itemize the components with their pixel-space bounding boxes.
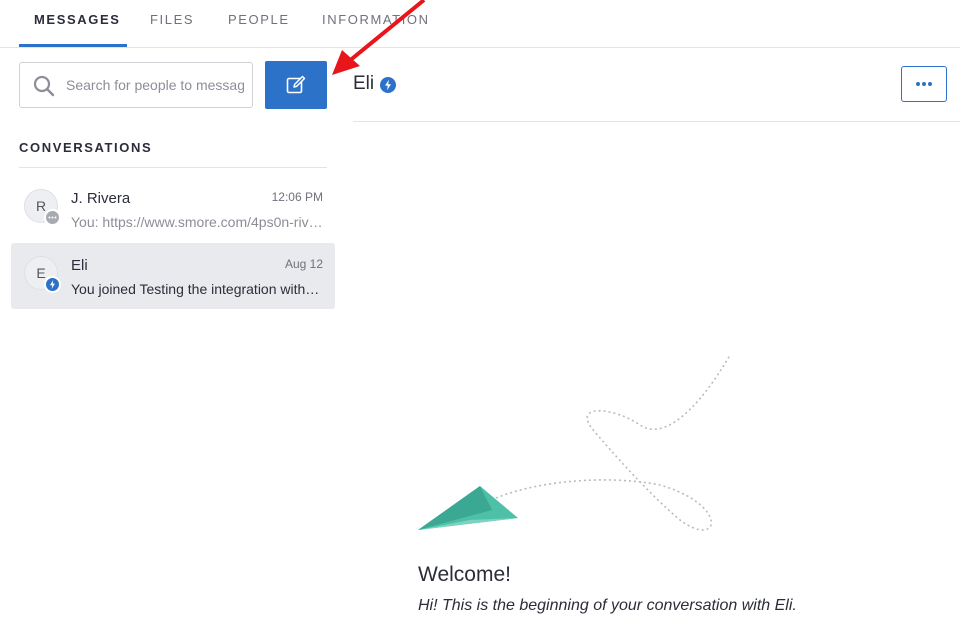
- top-tabs: MESSAGES FILES PEOPLE INFORMATION: [0, 0, 960, 48]
- compose-icon: [286, 75, 306, 94]
- tab-information[interactable]: INFORMATION: [322, 0, 430, 48]
- conversation-time: 12:06 PM: [271, 190, 323, 204]
- conversation-item-selected[interactable]: E Eli Aug 12 You joined Testing the inte…: [11, 243, 335, 309]
- chat-header-divider: [353, 121, 960, 122]
- status-badge: [44, 209, 61, 226]
- conversations-heading: CONVERSATIONS: [19, 140, 153, 155]
- more-options-button[interactable]: [901, 66, 947, 102]
- welcome-title: Welcome!: [418, 563, 511, 586]
- lightning-icon: [50, 280, 55, 289]
- conversation-preview: You joined Testing the integration with …: [71, 281, 323, 297]
- conversation-time: Aug 12: [284, 257, 323, 271]
- chat-title: Eli: [353, 73, 375, 94]
- search-icon: [33, 75, 55, 97]
- people-search: [19, 62, 253, 108]
- paper-plane-illustration: [418, 354, 731, 531]
- tab-files[interactable]: FILES: [150, 0, 194, 48]
- paper-plane-icon: [418, 486, 518, 530]
- conversation-name: J. Rivera: [71, 190, 131, 207]
- status-badge: [44, 276, 61, 293]
- lightning-badge-icon: [380, 77, 396, 93]
- more-dots-icon: [48, 216, 57, 219]
- tab-people[interactable]: PEOPLE: [228, 0, 290, 48]
- conversation-item[interactable]: R J. Rivera 12:06 PM You: https://www.sm…: [11, 176, 335, 242]
- conversations-divider: [19, 167, 327, 168]
- new-message-button[interactable]: [265, 61, 327, 109]
- welcome-message: Hi! This is the beginning of your conver…: [418, 597, 797, 614]
- conversation-preview: You: https://www.smore.com/4ps0n-rivera: [71, 214, 323, 230]
- search-input[interactable]: [66, 64, 244, 106]
- tab-messages[interactable]: MESSAGES: [34, 0, 120, 48]
- more-dot-icon: [916, 82, 920, 86]
- more-dot-icon: [928, 82, 932, 86]
- conversation-name: Eli: [71, 257, 88, 274]
- active-tab-indicator: [19, 44, 127, 47]
- more-dot-icon: [922, 82, 926, 86]
